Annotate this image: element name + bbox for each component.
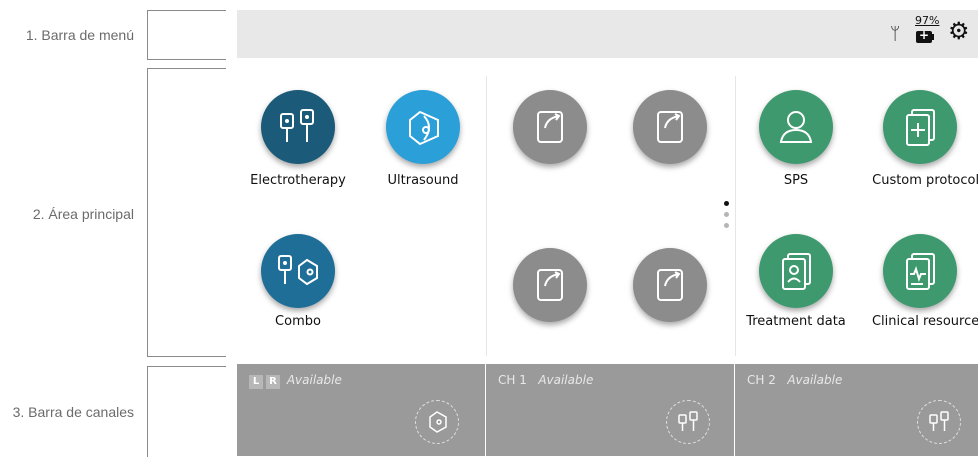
annotation-bracket-main <box>147 68 226 357</box>
channel-ultrasound[interactable]: LR Available <box>237 364 485 456</box>
annotation-main-area: 2. Área principal <box>32 206 134 222</box>
app-label: Treatment data <box>746 314 846 329</box>
right-indicator: R <box>266 375 280 389</box>
electrotherapy-icon[interactable] <box>261 90 335 164</box>
page-dot-active[interactable] <box>724 201 729 206</box>
ultrasound-icon[interactable] <box>386 90 460 164</box>
left-indicator: L <box>249 375 263 389</box>
empty-slot-icon[interactable] <box>633 248 707 322</box>
empty-slot-icon[interactable] <box>513 248 587 322</box>
channel-status: Available <box>538 373 594 387</box>
annotation-channel-bar: 3. Barra de canales <box>12 404 134 420</box>
app-label: Combo <box>275 314 321 329</box>
channel-title: CH 1 Available <box>498 373 593 387</box>
channel-name: CH 2 <box>747 373 776 387</box>
battery-charging-icon: + <box>916 28 934 43</box>
battery-percent: 97% <box>915 14 940 27</box>
page-dot[interactable] <box>724 223 729 228</box>
page-dot[interactable] <box>724 212 729 217</box>
custom-protocols-icon[interactable] <box>883 90 957 164</box>
electrotherapy-channel-icon <box>666 400 710 444</box>
ultrasound-channel-icon <box>415 400 459 444</box>
main-area: Electrotherapy Ultrasound Combo SPS Cust… <box>237 58 978 364</box>
annotation-bracket-menu <box>147 10 226 60</box>
electrotherapy-channel-icon <box>917 400 961 444</box>
channel-status: Available <box>787 373 843 387</box>
annotation-menu-bar: 1. Barra de menú <box>25 27 134 43</box>
gear-icon[interactable]: ⚙ <box>948 19 970 43</box>
channel-2[interactable]: CH 2 Available <box>735 364 978 456</box>
device-screen: ᛘ 97% + ⚙ Electrotherapy Ultrasound Comb… <box>237 10 978 456</box>
app-label: Custom protocols <box>872 173 978 188</box>
sps-icon[interactable] <box>759 90 833 164</box>
divider <box>486 76 487 356</box>
usb-icon: ᛘ <box>890 24 901 44</box>
channel-1[interactable]: CH 1 Available <box>486 364 734 456</box>
menu-bar: ᛘ 97% + ⚙ <box>237 10 978 58</box>
combo-icon[interactable] <box>261 234 335 308</box>
channel-title: LR Available <box>249 373 342 389</box>
app-label: Electrotherapy <box>250 173 346 188</box>
treatment-data-icon[interactable] <box>759 234 833 308</box>
clinical-resources-icon[interactable] <box>883 234 957 308</box>
empty-slot-icon[interactable] <box>633 90 707 164</box>
channel-title: CH 2 Available <box>747 373 842 387</box>
empty-slot-icon[interactable] <box>513 90 587 164</box>
channel-status: Available <box>286 373 342 387</box>
app-label: Ultrasound <box>387 173 459 188</box>
page-indicator[interactable] <box>724 201 730 234</box>
app-label: Clinical resources <box>871 314 978 329</box>
channel-bar: LR Available CH 1 Available CH 2 Availab… <box>237 364 978 456</box>
channel-name: CH 1 <box>498 373 527 387</box>
annotation-bracket-channels <box>147 366 226 457</box>
app-label: SPS <box>783 173 809 188</box>
